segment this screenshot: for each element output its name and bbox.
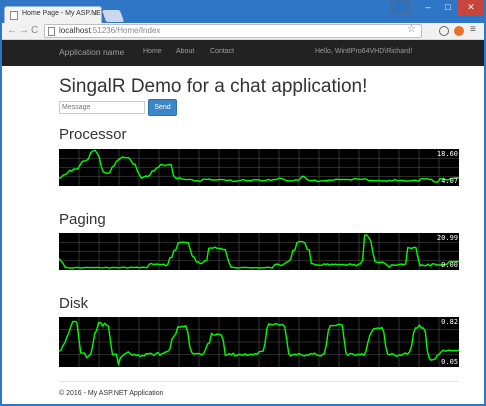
- paging-chart: 20.99 0.00: [59, 233, 459, 270]
- info-extension-icon[interactable]: [439, 26, 449, 36]
- paging-min-label: 0.00: [441, 261, 458, 269]
- close-window-button[interactable]: ✕: [458, 0, 484, 15]
- processor-max-label: 18.60: [436, 150, 458, 158]
- url-host: localhost: [59, 26, 91, 35]
- tab-close-icon[interactable]: ×: [92, 9, 97, 18]
- footer-text: © 2016 - My ASP.NET Application: [59, 390, 164, 397]
- nav-link-contact[interactable]: Contact: [210, 48, 234, 55]
- chrome-menu-icon[interactable]: ≡: [470, 24, 476, 35]
- disk-min-label: 0.05: [441, 358, 458, 366]
- user-greeting[interactable]: Hello, Win8Pro64VHD\Richard!: [315, 48, 412, 55]
- window-border-left: [0, 23, 2, 406]
- reload-icon[interactable]: C: [31, 25, 38, 36]
- footer-divider: [59, 381, 459, 382]
- message-input[interactable]: [59, 101, 145, 114]
- page-title: SingalR Demo for a chat application!: [59, 76, 368, 97]
- bookmark-star-icon[interactable]: ☆: [407, 24, 416, 35]
- app-navbar: Application name Home About Contact Hell…: [2, 40, 484, 66]
- browser-toolbar: ← → C localhost:51236/Home/Index ☆ ≡: [2, 23, 484, 40]
- user-icon[interactable]: 👤: [389, 0, 411, 15]
- new-tab-button[interactable]: [101, 10, 125, 22]
- maximize-button[interactable]: □: [439, 0, 457, 15]
- forward-arrow-icon[interactable]: →: [19, 25, 29, 36]
- send-button[interactable]: Send: [148, 99, 177, 116]
- browser-tab[interactable]: Home Page - My ASP.NET ×: [4, 6, 105, 23]
- paging-chart-svg: [59, 233, 459, 270]
- nav-link-about[interactable]: About: [176, 48, 194, 55]
- processor-heading: Processor: [59, 126, 127, 143]
- disk-chart: 0.82 0.05: [59, 317, 459, 367]
- extension-icon[interactable]: [454, 26, 464, 36]
- disk-max-label: 0.82: [441, 318, 458, 326]
- minimize-button[interactable]: –: [419, 0, 437, 15]
- processor-chart: 18.60 4.07: [59, 149, 459, 186]
- nav-link-home[interactable]: Home: [143, 48, 162, 55]
- processor-chart-svg: [59, 149, 459, 186]
- paging-max-label: 20.99: [436, 234, 458, 242]
- disk-heading: Disk: [59, 295, 89, 312]
- disk-chart-svg: [59, 317, 459, 367]
- url-text: localhost:51236/Home/Index: [59, 26, 160, 35]
- paging-heading: Paging: [59, 211, 106, 228]
- page-favicon-icon: [10, 11, 18, 20]
- brand-link[interactable]: Application name: [59, 47, 124, 57]
- page-icon: [48, 27, 55, 36]
- url-path: :51236/Home/Index: [90, 26, 161, 35]
- address-bar[interactable]: localhost:51236/Home/Index: [44, 24, 422, 38]
- processor-min-label: 4.07: [441, 177, 458, 185]
- back-arrow-icon[interactable]: ←: [7, 25, 17, 36]
